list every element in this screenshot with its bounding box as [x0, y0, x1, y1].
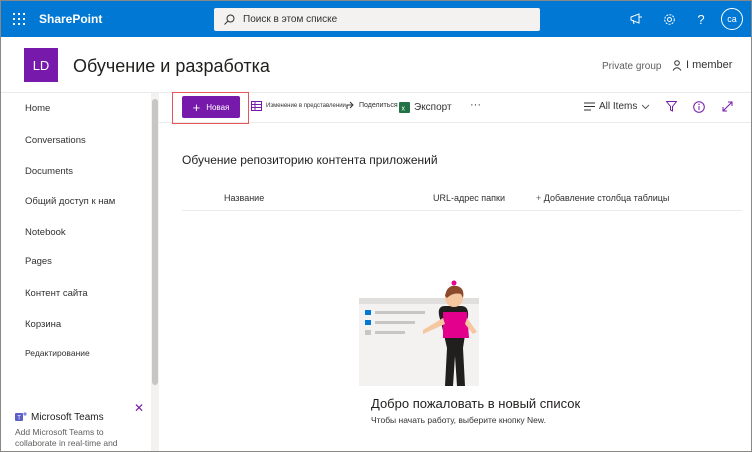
- nav-item-pages[interactable]: Pages: [25, 256, 52, 267]
- share-icon: [346, 101, 354, 109]
- more-actions-button[interactable]: ···: [470, 99, 481, 111]
- expand-button[interactable]: [722, 101, 733, 112]
- add-column-button[interactable]: + Добавление столбца таблицы: [536, 193, 669, 203]
- empty-list-illustration: [359, 280, 479, 386]
- column-header-name[interactable]: Название: [224, 193, 264, 203]
- search-placeholder: Поиск в этом списке: [243, 14, 338, 25]
- teams-title-text: Microsoft Teams: [31, 411, 104, 423]
- new-button-label: Новая: [206, 102, 230, 112]
- new-button[interactable]: + Новая: [182, 96, 240, 118]
- search-icon: [224, 14, 235, 25]
- share-button[interactable]: Поделиться: [346, 101, 398, 110]
- nav-item-site-contents[interactable]: Контент сайта: [25, 288, 88, 299]
- view-selector[interactable]: All Items: [584, 101, 650, 112]
- share-label: Поделиться: [359, 102, 398, 109]
- empty-state-subtitle: Чтобы начать работу, выберите кнопку New…: [371, 415, 546, 425]
- close-icon[interactable]: ✕: [134, 401, 144, 415]
- grid-icon: [251, 101, 262, 111]
- nav-item-edit[interactable]: Редактирование: [25, 348, 90, 358]
- search-input[interactable]: Поиск в этом списке: [214, 8, 540, 31]
- excel-icon: x: [399, 102, 410, 113]
- empty-state-title: Добро пожаловать в новый список: [371, 396, 581, 411]
- teams-promo: ✕ T Microsoft Teams Add Microsoft Teams …: [1, 399, 151, 451]
- filter-icon: [666, 101, 677, 112]
- add-column-label: Добавление столбца таблицы: [543, 193, 670, 203]
- nav-item-home[interactable]: Home: [25, 103, 50, 114]
- person-icon: [672, 59, 682, 71]
- teams-icon: T: [15, 412, 27, 422]
- edit-view-button[interactable]: Изменение в представлении: [251, 101, 346, 111]
- nav-item-conversations[interactable]: Conversations: [25, 135, 86, 146]
- teams-promo-description: Add Microsoft Teams to collaborate in re…: [15, 427, 118, 448]
- sharepoint-window: SharePoint Поиск в этом списке ? ca LD О…: [0, 0, 752, 452]
- plus-icon: +: [192, 99, 201, 115]
- export-button[interactable]: x Экспорт: [399, 102, 452, 113]
- group-type-label: Private group: [602, 61, 662, 72]
- members-button[interactable]: I member: [672, 59, 732, 71]
- view-selector-label: All Items: [599, 101, 638, 112]
- app-brand[interactable]: SharePoint: [39, 12, 102, 26]
- app-launcher-icon[interactable]: [1, 1, 37, 37]
- teams-promo-title: T Microsoft Teams: [15, 411, 104, 423]
- avatar[interactable]: ca: [721, 8, 743, 30]
- svg-text:T: T: [17, 416, 21, 422]
- site-header: LD Обучение и разработка Private group I…: [1, 37, 751, 93]
- nav-item-documents[interactable]: Documents: [25, 166, 73, 177]
- plus-icon: +: [536, 193, 542, 203]
- suite-bar: SharePoint Поиск в этом списке ? ca: [1, 1, 751, 37]
- nav-scrollbar-thumb[interactable]: [152, 99, 158, 385]
- info-icon: [693, 101, 705, 113]
- nav-item-notebook[interactable]: Notebook: [25, 227, 66, 238]
- export-label: Экспорт: [414, 102, 452, 113]
- filter-button[interactable]: [666, 101, 677, 112]
- column-header-row: Название URL-адрес папки + Добавление ст…: [182, 187, 742, 211]
- column-header-url[interactable]: URL-адрес папки: [433, 193, 505, 203]
- edit-view-label: Изменение в представлении: [266, 103, 346, 109]
- list-title: Обучение репозиторию контента приложений: [182, 153, 438, 167]
- site-title[interactable]: Обучение и разработка: [73, 56, 270, 77]
- expand-icon: [722, 101, 733, 112]
- help-icon[interactable]: ?: [685, 1, 717, 37]
- nav-item-recycle-bin[interactable]: Корзина: [25, 319, 61, 330]
- members-count: I member: [686, 59, 733, 71]
- gear-icon[interactable]: [653, 1, 685, 37]
- svg-text:x: x: [402, 106, 406, 113]
- info-button[interactable]: [693, 101, 705, 113]
- nav-item-shared-with-us[interactable]: Общий доступ к нам: [25, 196, 115, 207]
- megaphone-icon[interactable]: [621, 1, 653, 37]
- list-view-icon: [584, 102, 595, 111]
- suite-bar-actions: ? ca: [621, 1, 743, 37]
- chevron-down-icon: [641, 104, 650, 109]
- site-logo[interactable]: LD: [24, 48, 58, 82]
